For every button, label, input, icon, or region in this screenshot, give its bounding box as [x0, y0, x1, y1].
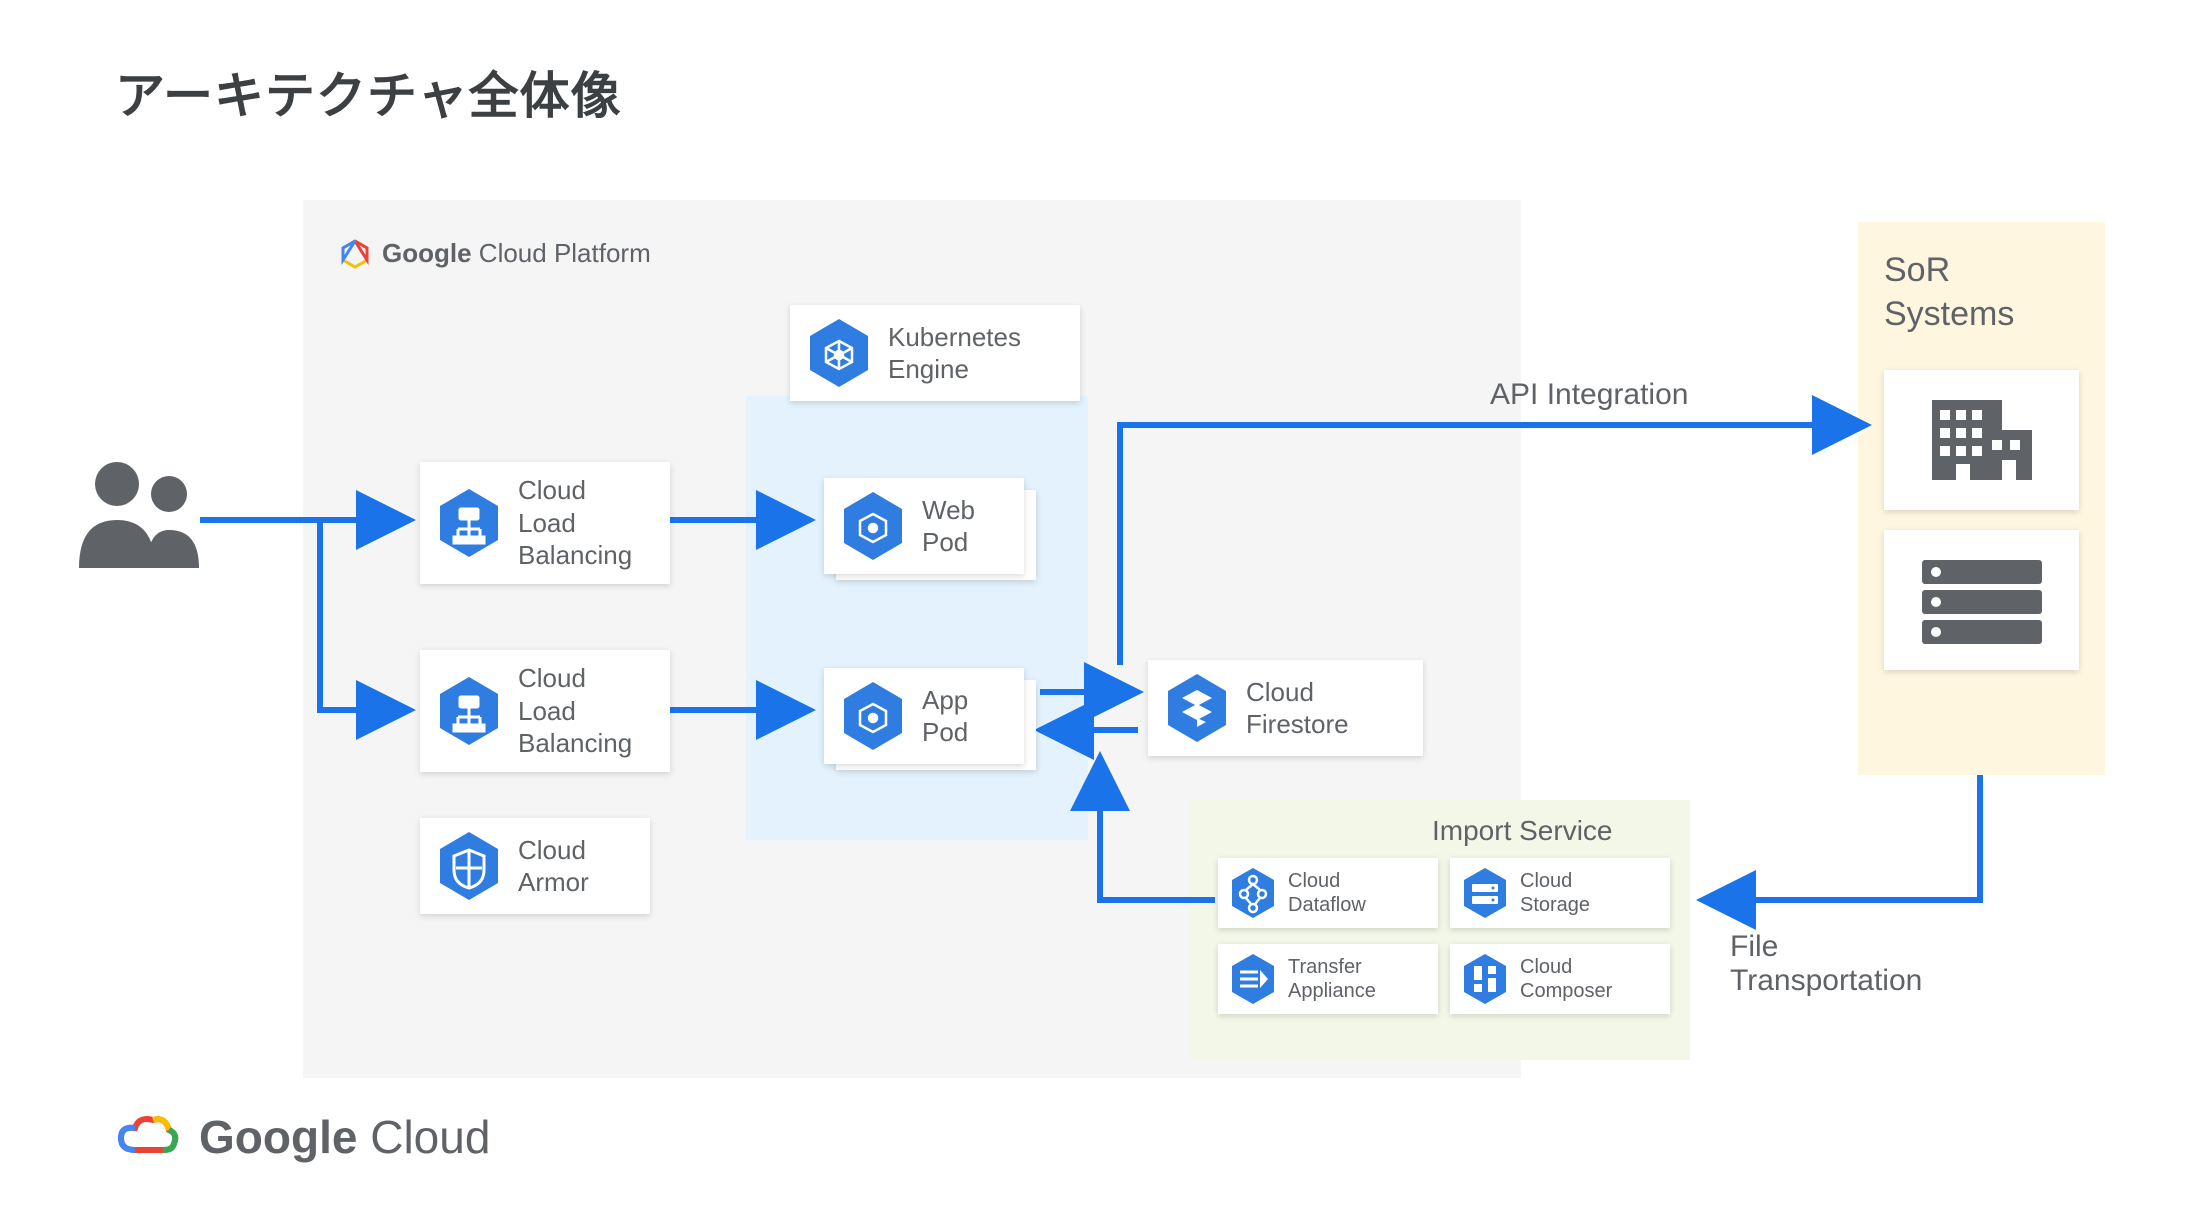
users-icon [69, 450, 209, 575]
load-balancing-icon [438, 487, 500, 559]
cloud-composer-card: Cloud Composer [1450, 944, 1670, 1014]
gke-label: Kubernetes Engine [888, 321, 1021, 386]
import-service-title: Import Service [1432, 815, 1613, 847]
apppod-label: App Pod [922, 684, 968, 749]
cloud-armor-icon [438, 830, 500, 902]
storage-label: Cloud Storage [1520, 869, 1590, 917]
webpod-label: Web Pod [922, 494, 975, 559]
web-pod-card: Web Pod [824, 478, 1024, 574]
transfer-appliance-icon [1230, 952, 1276, 1006]
firestore-icon [1166, 672, 1228, 744]
kubernetes-engine-card: Kubernetes Engine [790, 305, 1080, 401]
load-balancing-icon [438, 675, 500, 747]
footer-rest: Cloud [357, 1111, 490, 1163]
gcp-label-bold: Google [382, 238, 472, 268]
sor-building-card [1884, 370, 2079, 510]
composer-icon [1462, 952, 1508, 1006]
kubernetes-icon [808, 317, 870, 389]
gcp-label-rest: Cloud Platform [472, 238, 651, 268]
composer-label: Cloud Composer [1520, 955, 1612, 1003]
sor-title: SoR Systems [1884, 248, 2014, 336]
google-cloud-logo: Google Cloud [115, 1110, 490, 1164]
api-integration-label: API Integration [1490, 378, 1688, 412]
building-icon [1922, 390, 2042, 490]
sor-server-card [1884, 530, 2079, 670]
firestore-label: Cloud Firestore [1246, 676, 1349, 741]
cloud-firestore-card: Cloud Firestore [1148, 660, 1423, 756]
gcp-platform-label: Google Cloud Platform [340, 238, 651, 269]
cloud-armor-card: Cloud Armor [420, 818, 650, 914]
file-transportation-label: File Transportation [1730, 930, 1922, 998]
footer-bold: Google [199, 1111, 357, 1163]
dataflow-label: Cloud Dataflow [1288, 869, 1366, 917]
slide-title: アーキテクチャ全体像 [115, 56, 622, 128]
cloud-load-balancing-2-card: Cloud Load Balancing [420, 650, 670, 772]
storage-icon [1462, 866, 1508, 920]
armor-label: Cloud Armor [518, 834, 589, 899]
cloud-storage-card: Cloud Storage [1450, 858, 1670, 928]
clb1-label: Cloud Load Balancing [518, 474, 632, 572]
dataflow-icon [1230, 866, 1276, 920]
transfer-label: Transfer Appliance [1288, 955, 1376, 1003]
slide: アーキテクチャ全体像 [0, 0, 2200, 1232]
server-icon [1912, 550, 2052, 650]
pod-icon [842, 680, 904, 752]
clb2-label: Cloud Load Balancing [518, 662, 632, 760]
transfer-appliance-card: Transfer Appliance [1218, 944, 1438, 1014]
pod-icon [842, 490, 904, 562]
cloud-dataflow-card: Cloud Dataflow [1218, 858, 1438, 928]
cloud-load-balancing-1-card: Cloud Load Balancing [420, 462, 670, 584]
google-cloud-icon [115, 1110, 179, 1164]
kubernetes-zone [746, 396, 1088, 840]
app-pod-card: App Pod [824, 668, 1024, 764]
gcp-hexagon-icon [340, 239, 370, 269]
